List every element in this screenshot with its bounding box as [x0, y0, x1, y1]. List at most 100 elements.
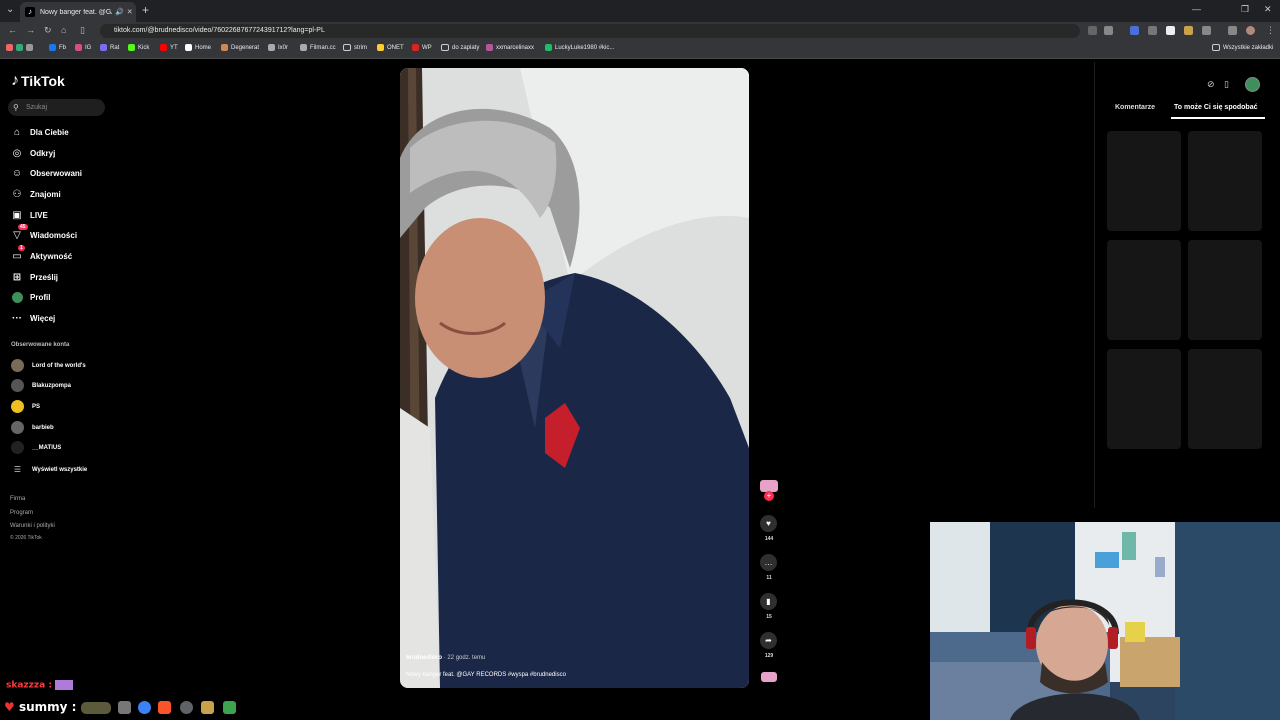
bookmark-item[interactable]: LuckyLuke1980 #kic... [545, 44, 614, 51]
chat-username: skazzza : [6, 680, 52, 691]
bookmark-item[interactable]: xxmarcelinaxx [486, 44, 534, 51]
nav-following[interactable]: ☺ Obserwowani [11, 167, 82, 179]
bookmark-folder[interactable]: strim [343, 44, 367, 51]
bookmark-star-icon[interactable] [1104, 26, 1113, 35]
sidebar-toggle-icon[interactable]: ▯ [80, 25, 85, 36]
recommended-thumbnail[interactable] [1188, 349, 1262, 449]
share-button[interactable]: ➦ 129 [760, 632, 778, 659]
footer-link[interactable]: Firma [10, 496, 25, 502]
bookmark-item[interactable]: ONET [377, 44, 404, 51]
nav-for-you[interactable]: ⌂ Dla Ciebie [11, 126, 69, 138]
followed-account[interactable]: barbieb [11, 421, 54, 434]
minecraft-icon[interactable] [223, 701, 236, 714]
like-button[interactable]: ♥ 144 [760, 515, 778, 542]
chrome-icon[interactable] [138, 701, 151, 714]
close-tab-icon[interactable]: ✕ [127, 8, 133, 16]
browser-menu-icon[interactable]: ⋮ [1266, 25, 1275, 36]
minimize-window-icon[interactable]: — [1192, 4, 1201, 14]
audio-playing-icon[interactable]: 🔊 [115, 8, 124, 16]
followed-account[interactable]: Lord of the world's [11, 359, 86, 372]
followed-account[interactable]: __MATIUS [11, 441, 61, 454]
nav-upload[interactable]: ⊞ Prześlij [11, 271, 58, 283]
recommended-thumbnail[interactable] [1107, 349, 1181, 449]
creator-avatar[interactable]: + [760, 480, 778, 501]
search-input[interactable]: ⚲ Szukaj [8, 99, 105, 116]
brave-icon[interactable] [158, 701, 171, 714]
video-player[interactable] [400, 68, 749, 688]
user-avatar-icon[interactable] [1245, 77, 1260, 92]
bookmark-item[interactable]: Filman.cc [300, 44, 336, 51]
media-control-icon[interactable] [1228, 26, 1237, 35]
comment-button[interactable]: … 11 [760, 554, 778, 581]
bookmark-item[interactable]: Kick [128, 44, 149, 51]
taskbar-app-icon[interactable] [118, 701, 131, 714]
close-window-icon[interactable]: ✕ [1264, 4, 1272, 15]
forward-icon[interactable]: → [26, 25, 35, 35]
nav-profile[interactable]: Profil [11, 291, 50, 303]
bookmark-apps[interactable] [6, 44, 36, 51]
show-all-link[interactable]: ☰ Wyświetl wszystkie [11, 463, 87, 476]
settings-icon[interactable]: ⊘ [1207, 79, 1215, 90]
extension-icon[interactable] [1184, 26, 1193, 35]
tab-list-chevron-icon[interactable]: ⌄ [6, 4, 14, 15]
save-button[interactable]: ▮ 15 [760, 593, 778, 620]
back-icon[interactable]: ← [8, 25, 17, 35]
bookmark-item[interactable]: Home [185, 44, 211, 51]
nav-live[interactable]: ▣ LIVE [11, 209, 48, 221]
upload-icon: ⊞ [12, 271, 22, 283]
nav-messages[interactable]: ▽ 45 Wiadomości [11, 224, 77, 241]
extension-icon[interactable] [1148, 26, 1157, 35]
browser-tab-active[interactable]: ♪ Nowy banger feat. @GAY R 🔊 ✕ [20, 2, 136, 22]
extension-icon[interactable] [1130, 26, 1139, 35]
tab-recommended[interactable]: To może Ci się spodobać [1174, 104, 1258, 111]
profile-avatar-icon[interactable] [1246, 26, 1255, 35]
emote-icon [80, 701, 111, 714]
maximize-window-icon[interactable]: ❐ [1241, 4, 1249, 15]
messages-badge: 45 [18, 224, 28, 230]
footer-link[interactable]: Program [10, 510, 33, 516]
bookmark-item[interactable]: Fb [49, 44, 66, 51]
recommended-thumbnail[interactable] [1188, 131, 1262, 231]
address-bar[interactable]: tiktok.com/@brudnedisco/video/7602268767… [100, 24, 1080, 38]
activity-badge: 1 [18, 245, 25, 251]
obs-icon[interactable] [180, 701, 193, 714]
bookmark-folder[interactable]: do zaplaty [441, 44, 479, 51]
home-icon[interactable]: ⌂ [61, 25, 66, 35]
followed-account[interactable]: PS [11, 400, 40, 413]
bookmark-item[interactable]: Ix0r [268, 44, 288, 51]
taskbar-app-icon[interactable] [201, 701, 214, 714]
active-tab-underline [1171, 117, 1265, 119]
footer-link[interactable]: Warunki i polityki [10, 523, 55, 529]
nav-friends[interactable]: ⚇ Znajomi [11, 188, 61, 200]
tiktok-favicon-icon: ♪ [25, 7, 35, 17]
save-count: 15 [766, 614, 772, 620]
all-bookmarks-folder[interactable]: Wszystkie zakładki [1212, 44, 1273, 51]
bookmark-item[interactable]: WP [412, 44, 432, 51]
recommended-thumbnail[interactable] [1107, 131, 1181, 231]
extension-icon[interactable] [1166, 26, 1175, 35]
nav-activity[interactable]: ▭ 1 Aktywność [11, 245, 72, 262]
nav-explore[interactable]: ◎ Odkryj [11, 147, 56, 159]
device-icon[interactable]: ▯ [1224, 79, 1229, 90]
bookmark-item[interactable]: IG [75, 44, 91, 51]
extensions-puzzle-icon[interactable] [1202, 26, 1211, 35]
recommended-thumbnail[interactable] [1188, 240, 1262, 340]
recommended-thumbnail[interactable] [1107, 240, 1181, 340]
bookmark-item[interactable]: YT [160, 44, 178, 51]
video-author[interactable]: brudnedisco [406, 655, 442, 661]
chat-username: summy : [18, 700, 77, 714]
new-tab-button[interactable]: + [142, 3, 149, 17]
nav-more[interactable]: ··· Więcej [11, 312, 55, 324]
webcam-image [930, 522, 1280, 720]
followed-account[interactable]: Blakuzpompa [11, 379, 71, 392]
reload-icon[interactable]: ↻ [44, 25, 52, 36]
cast-icon[interactable] [1088, 26, 1097, 35]
bookmark-item[interactable]: Degenerat [221, 44, 259, 51]
bookmark-item[interactable]: Rat [100, 44, 119, 51]
profile-icon [11, 291, 23, 303]
avatar [11, 359, 24, 372]
follow-plus-icon[interactable]: + [764, 491, 774, 501]
sound-disc[interactable] [760, 672, 778, 682]
tiktok-logo[interactable]: ♪ TikTok [11, 72, 65, 90]
tab-comments[interactable]: Komentarze [1115, 104, 1155, 111]
